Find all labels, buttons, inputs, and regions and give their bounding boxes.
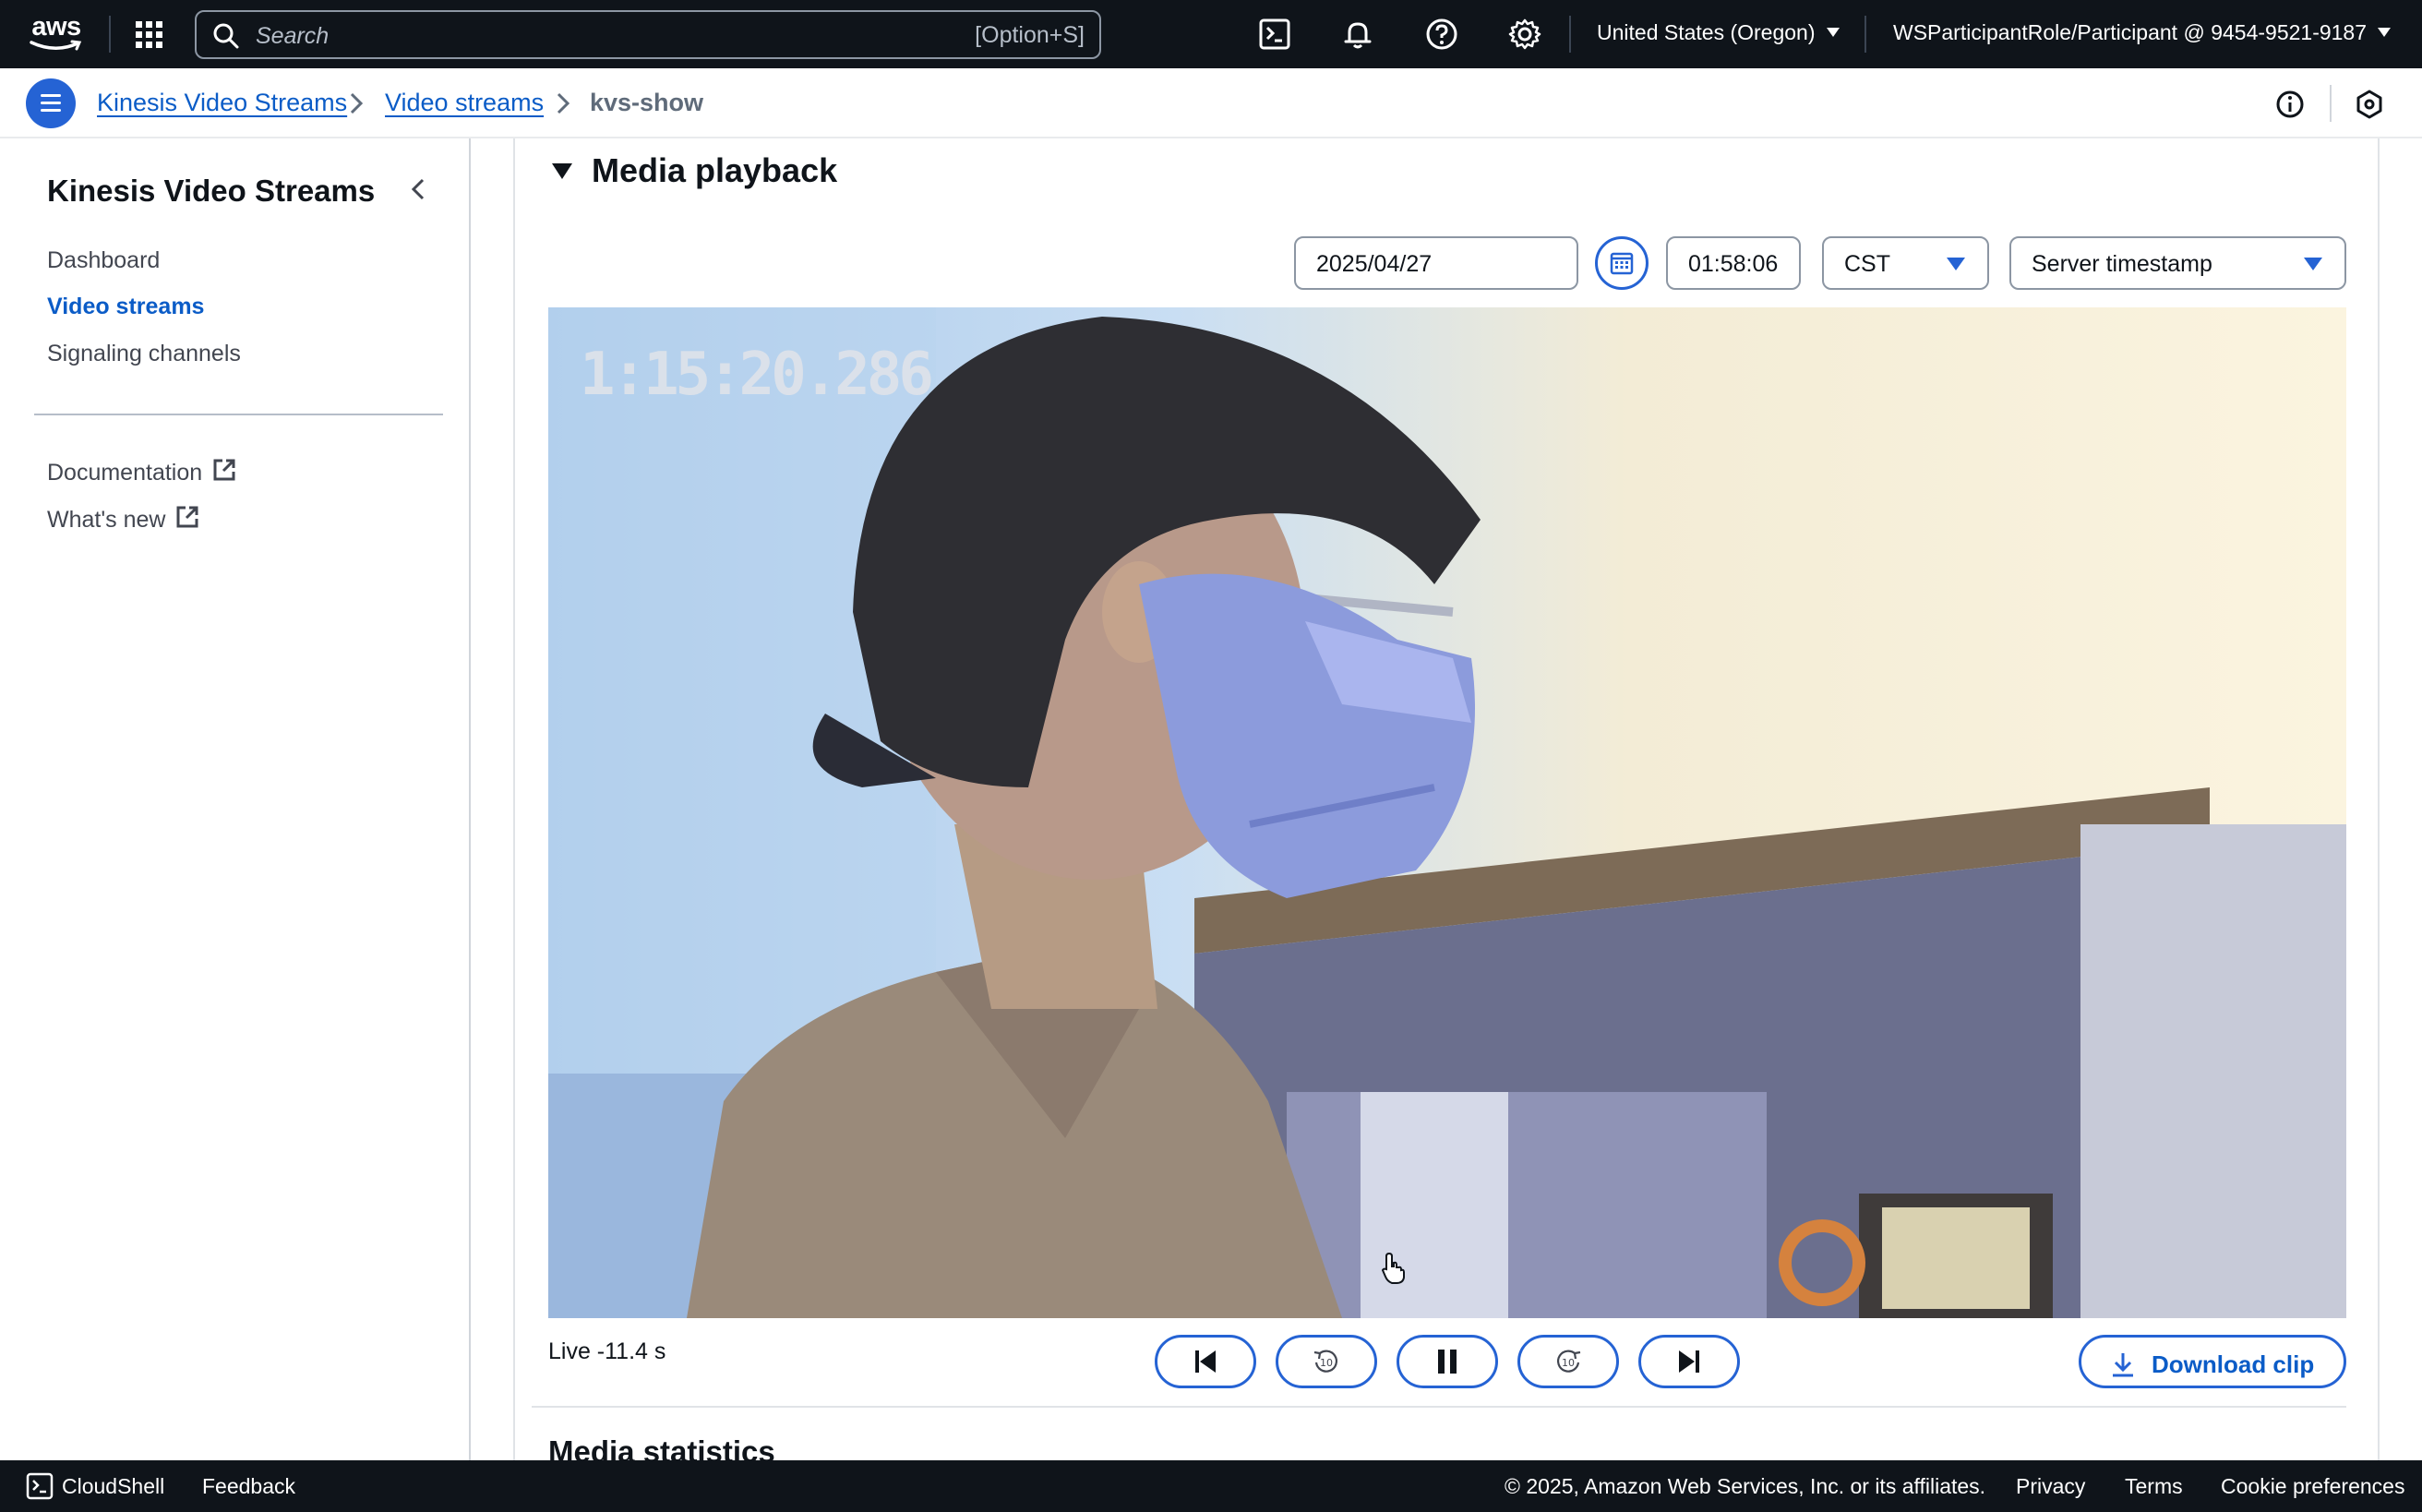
region-label: United States (Oregon): [1597, 20, 1816, 44]
footer-copyright: © 2025, Amazon Web Services, Inc. or its…: [1505, 1474, 1986, 1498]
notifications-panel-icon[interactable]: [2354, 89, 2385, 120]
search-icon: [213, 23, 239, 49]
top-navigation: aws Search [Option+S] United States (Ore…: [0, 0, 2422, 68]
time-input[interactable]: 01:58:06: [1666, 236, 1801, 290]
caret-down-icon: [2378, 28, 2392, 37]
cloudshell-icon: [26, 1472, 54, 1500]
expand-caret-down-icon[interactable]: [550, 159, 574, 183]
help-icon[interactable]: [1424, 17, 1459, 52]
breadcrumb-video-streams[interactable]: Video streams: [385, 89, 544, 117]
menu-line: [41, 94, 61, 97]
rewind-10-icon: 10: [1313, 1350, 1337, 1373]
forward-10-icon: 10: [1557, 1350, 1581, 1373]
account-label: WSParticipantRole/Participant @ 9454-952…: [1893, 20, 2368, 44]
aws-smile-icon: [30, 40, 82, 51]
sidebar-link-documentation[interactable]: Documentation: [47, 457, 237, 486]
media-playback-title[interactable]: Media playback: [592, 151, 837, 190]
video-frame-image: [548, 307, 2346, 1318]
services-grid-icon[interactable]: [135, 20, 164, 50]
timestamp-type-value: Server timestamp: [2032, 251, 2212, 277]
svg-text:10: 10: [1320, 1357, 1333, 1369]
aws-logo[interactable]: aws: [26, 13, 87, 54]
whats-new-label: What's new: [47, 507, 166, 533]
date-value: 2025/04/27: [1316, 251, 1433, 277]
skip-to-start-button[interactable]: [1155, 1335, 1256, 1388]
timestamp-type-select[interactable]: Server timestamp: [2009, 236, 2346, 290]
region-selector[interactable]: United States (Oregon): [1597, 20, 1840, 45]
search-placeholder: Search: [256, 23, 330, 49]
calendar-button[interactable]: [1595, 236, 1649, 290]
nav-divider: [1864, 16, 1866, 53]
chevron-right-icon: [350, 92, 364, 114]
divider: [2330, 85, 2332, 122]
breadcrumb-current: kvs-show: [590, 89, 704, 116]
svg-text:10: 10: [1562, 1357, 1575, 1369]
external-link-icon: [176, 506, 198, 528]
dropdown-caret-icon: [1947, 258, 1965, 270]
aws-logo-text: aws: [31, 12, 81, 42]
skip-to-end-button[interactable]: [1638, 1335, 1740, 1388]
side-navigation: Kinesis Video Streams Dashboard Video st…: [0, 138, 471, 1460]
skip-forward-icon: [1679, 1350, 1699, 1373]
footer: CloudShell Feedback © 2025, Amazon Web S…: [0, 1460, 2422, 1512]
info-icon[interactable]: [2274, 89, 2306, 120]
search-input[interactable]: Search [Option+S]: [195, 10, 1101, 59]
video-overlay-timestamp: 1:15:20.286: [580, 341, 934, 409]
rewind-10-button[interactable]: 10: [1276, 1335, 1377, 1388]
pause-icon: [1438, 1350, 1457, 1374]
download-icon: [2113, 1353, 2133, 1377]
sidenav-title[interactable]: Kinesis Video Streams: [47, 174, 375, 209]
footer-privacy[interactable]: Privacy: [2016, 1474, 2085, 1499]
footer-cloudshell[interactable]: CloudShell: [62, 1474, 164, 1499]
caret-down-icon: [1826, 28, 1840, 37]
nav-divider: [109, 16, 111, 53]
menu-line: [41, 102, 61, 104]
dropdown-caret-icon: [2304, 258, 2322, 270]
download-clip-label: Download clip: [2152, 1350, 2315, 1378]
collapse-chevron-left-icon[interactable]: [406, 175, 432, 203]
date-input[interactable]: 2025/04/27: [1294, 236, 1578, 290]
hamburger-menu-button[interactable]: [26, 78, 76, 128]
hand-pointer-cursor-icon: [1381, 1252, 1405, 1284]
search-shortcut: [Option+S]: [975, 22, 1085, 48]
calendar-icon: [1610, 252, 1634, 275]
video-player[interactable]: 1:15:20.286: [548, 307, 2346, 1318]
time-value: 01:58:06: [1688, 251, 1779, 277]
external-link-icon: [213, 459, 235, 481]
forward-10-button[interactable]: 10: [1517, 1335, 1619, 1388]
footer-cookie-preferences[interactable]: Cookie preferences: [2221, 1474, 2404, 1499]
account-menu[interactable]: WSParticipantRole/Participant @ 9454-952…: [1893, 20, 2392, 45]
timezone-value: CST: [1844, 251, 1890, 277]
footer-terms[interactable]: Terms: [2125, 1474, 2183, 1499]
sidebar-item-signaling-channels[interactable]: Signaling channels: [47, 341, 241, 367]
chevron-right-icon: [557, 92, 570, 114]
sidebar-item-dashboard[interactable]: Dashboard: [47, 247, 160, 274]
nav-divider: [1569, 16, 1571, 53]
breadcrumb-kinesis-video-streams[interactable]: Kinesis Video Streams: [97, 89, 347, 117]
download-clip-button[interactable]: Download clip: [2079, 1335, 2346, 1388]
skip-back-icon: [1195, 1350, 1216, 1373]
documentation-label: Documentation: [47, 460, 203, 486]
menu-line: [41, 109, 61, 112]
cloudshell-icon[interactable]: [1257, 17, 1292, 52]
live-offset-status: Live -11.4 s: [548, 1338, 666, 1364]
settings-gear-icon[interactable]: [1507, 17, 1542, 52]
sidenav-divider: [34, 414, 443, 415]
timezone-select[interactable]: CST: [1822, 236, 1989, 290]
footer-feedback[interactable]: Feedback: [202, 1474, 295, 1499]
section-divider: [532, 1406, 2346, 1408]
notifications-bell-icon[interactable]: [1340, 17, 1375, 52]
sidebar-item-video-streams[interactable]: Video streams: [47, 294, 204, 320]
breadcrumb-bar: Kinesis Video Streams Video streams kvs-…: [0, 68, 2422, 138]
sidebar-link-whats-new[interactable]: What's new: [47, 504, 200, 534]
pause-button[interactable]: [1397, 1335, 1498, 1388]
